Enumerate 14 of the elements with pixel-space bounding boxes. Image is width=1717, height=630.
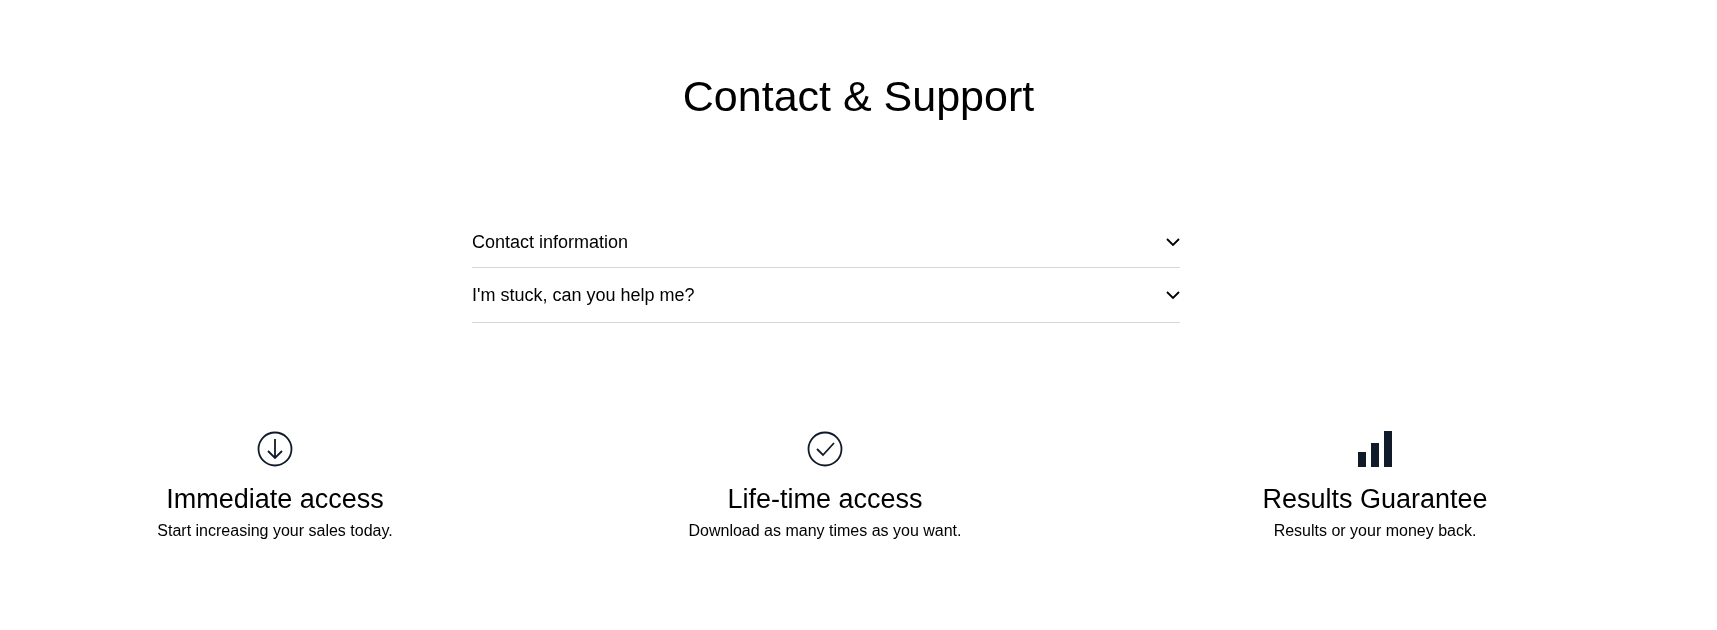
feature-title: Immediate access bbox=[166, 483, 384, 515]
feature-description: Results or your money back. bbox=[1273, 521, 1477, 541]
accordion-question[interactable]: Contact information bbox=[472, 231, 629, 253]
check-circle-icon bbox=[806, 429, 844, 469]
feature-description: Download as many times as you want. bbox=[688, 521, 962, 541]
feature-title: Results Guarantee bbox=[1262, 483, 1488, 515]
page-title: Contact & Support bbox=[681, 71, 1036, 122]
bar-chart-icon bbox=[1356, 429, 1394, 469]
feature-description: Start increasing your sales today. bbox=[157, 521, 393, 541]
accordion-question[interactable]: I'm stuck, can you help me? bbox=[472, 284, 695, 306]
feature-title: Life-time access bbox=[727, 483, 923, 515]
download-icon bbox=[256, 429, 294, 469]
chevron-icon[interactable] bbox=[1166, 290, 1180, 300]
chevron-icon[interactable] bbox=[1166, 237, 1180, 247]
